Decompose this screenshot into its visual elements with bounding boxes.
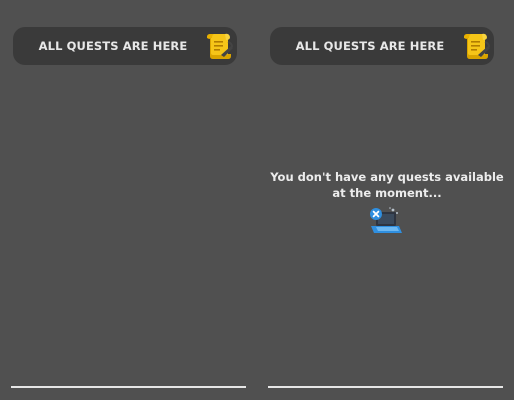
all-quests-button[interactable]: ALL QUESTS ARE HERE bbox=[13, 27, 237, 65]
laptop-icon bbox=[370, 207, 402, 233]
empty-state-message: You don't have any quests available at t… bbox=[268, 169, 506, 201]
empty-message-line2: at the moment... bbox=[332, 186, 442, 200]
quests-panel-right: ALL QUESTS ARE HERE You don't have any q… bbox=[268, 0, 506, 400]
all-quests-label: ALL QUESTS ARE HERE bbox=[38, 39, 188, 53]
quests-panel-left: ALL QUESTS ARE HERE bbox=[11, 0, 249, 400]
bottom-divider bbox=[11, 386, 246, 388]
empty-message-line1: You don't have any quests available bbox=[270, 170, 504, 184]
bottom-divider bbox=[268, 386, 503, 388]
all-quests-button[interactable]: ALL QUESTS ARE HERE bbox=[270, 27, 494, 65]
scroll-icon bbox=[207, 33, 233, 59]
all-quests-label: ALL QUESTS ARE HERE bbox=[295, 39, 445, 53]
scroll-icon bbox=[464, 33, 490, 59]
